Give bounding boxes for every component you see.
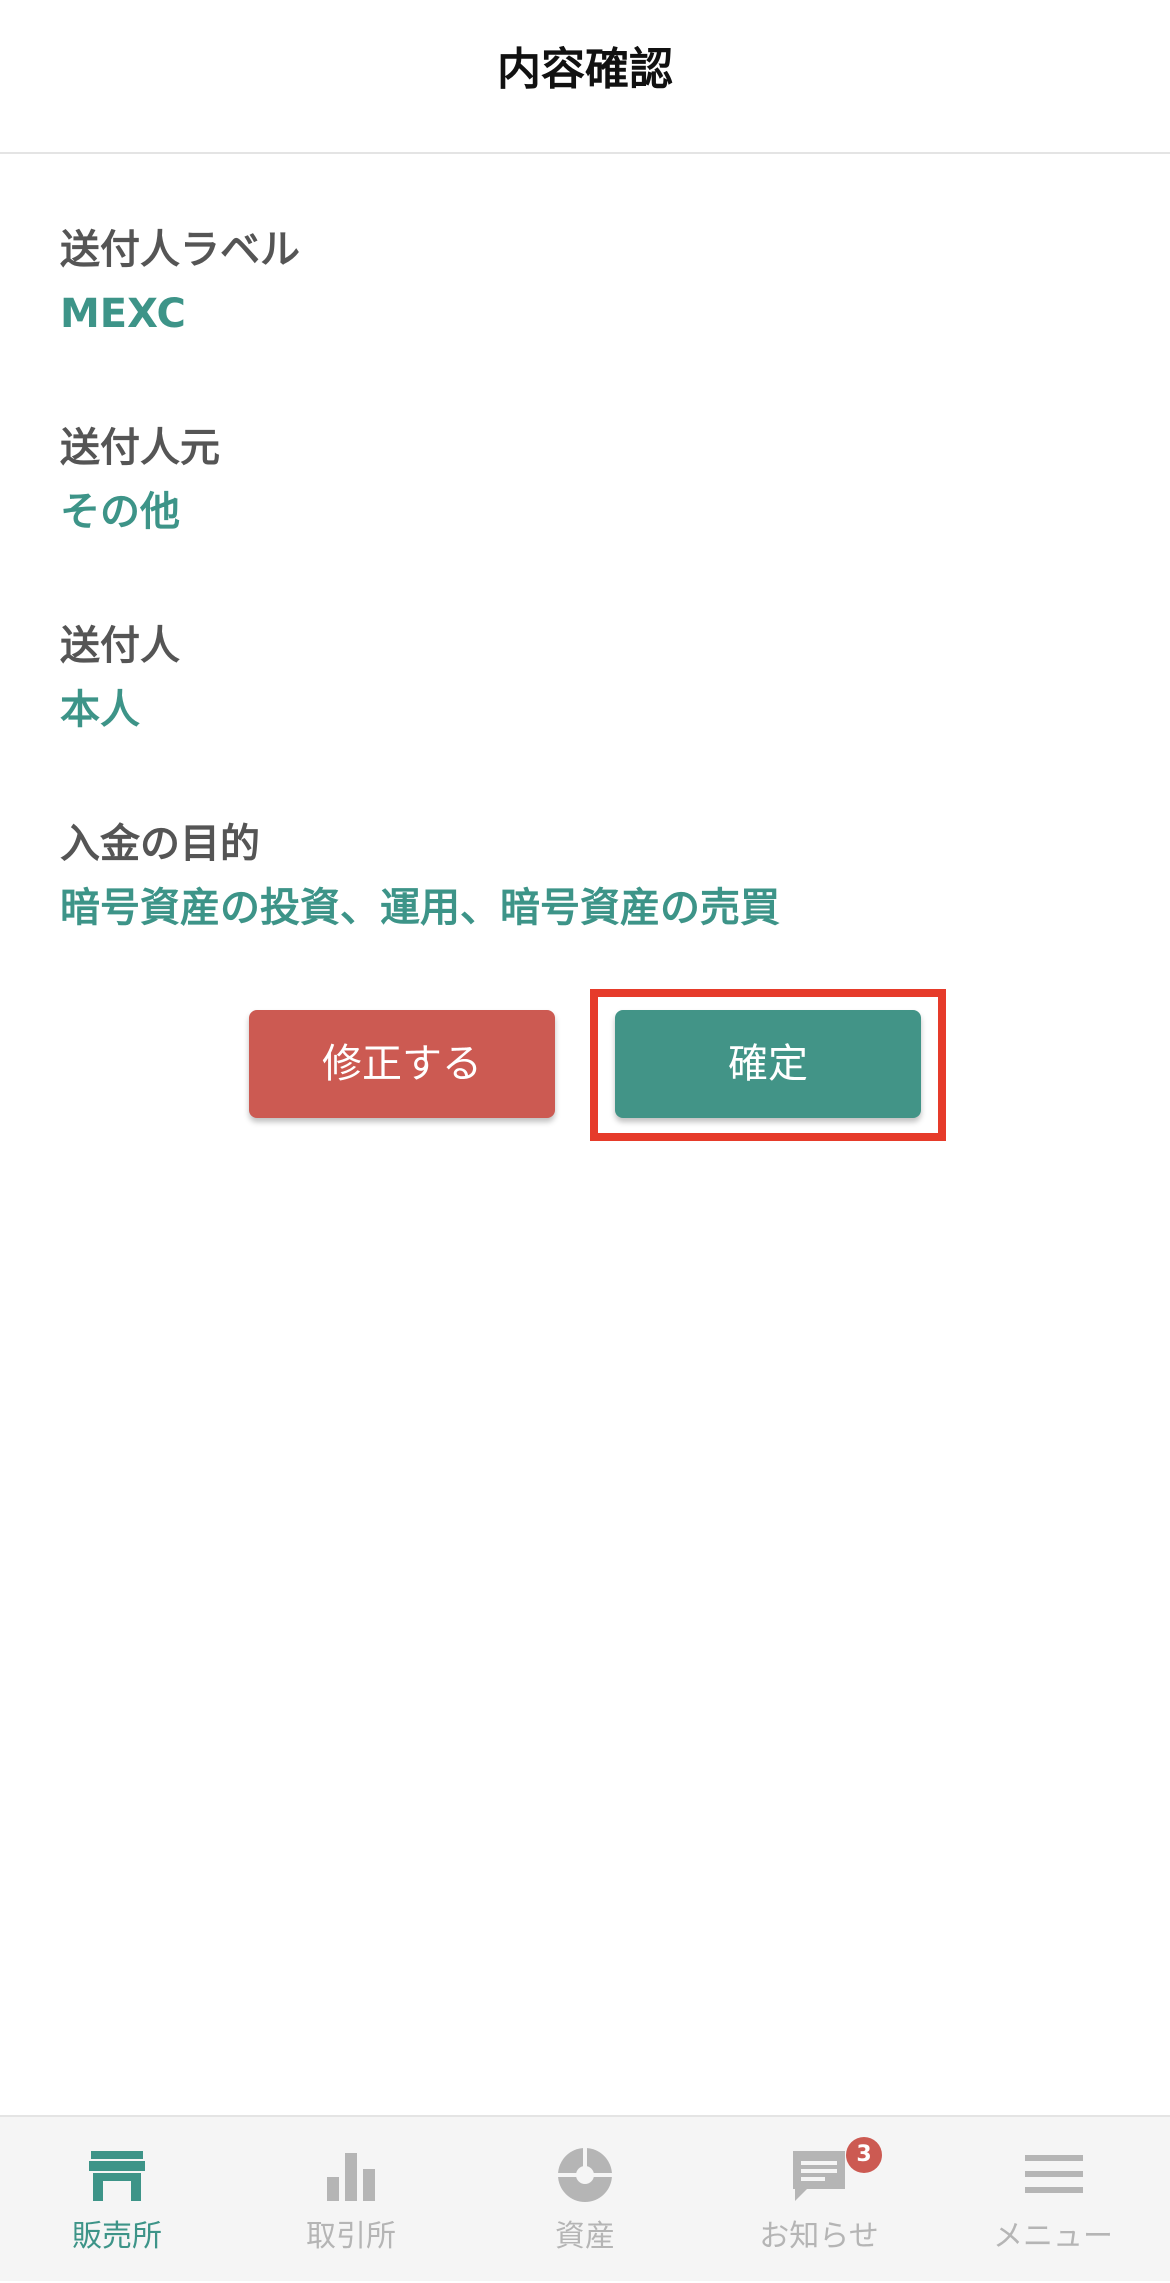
store-icon — [89, 2151, 145, 2201]
notification-badge: 3 — [846, 2137, 882, 2173]
tab-label: メニュー — [993, 2219, 1113, 2254]
pie-chart-icon — [557, 2147, 613, 2202]
field-label: 入金の目的 — [60, 821, 260, 867]
field-sender: 送付人 本人 — [60, 620, 180, 736]
field-value: 暗号資産の投資、運用、暗号資産の売買 — [60, 885, 780, 931]
field-value: 本人 — [60, 687, 140, 733]
bottom-tab-bar: 販売所 取引所 資産 3 お知らせ メニュー — [0, 2115, 1170, 2281]
tab-store[interactable]: 販売所 — [0, 2117, 234, 2283]
field-deposit-purpose: 入金の目的 暗号資産の投資、運用、暗号資産の売買 — [60, 818, 780, 934]
header: 内容確認 — [0, 0, 1170, 154]
field-sender-origin: 送付人元 その他 — [60, 422, 220, 538]
field-value: MEXC — [60, 291, 186, 337]
tab-label: 販売所 — [72, 2219, 162, 2254]
tab-label: お知らせ — [759, 2219, 879, 2254]
highlight-box — [590, 989, 946, 1141]
tab-menu[interactable]: メニュー — [936, 2117, 1170, 2283]
field-label: 送付人元 — [60, 425, 220, 471]
tab-exchange[interactable]: 取引所 — [234, 2117, 468, 2283]
field-value: その他 — [60, 489, 180, 535]
menu-icon — [1025, 2155, 1083, 2193]
edit-button[interactable]: 修正する — [249, 1010, 555, 1118]
tab-label: 取引所 — [306, 2219, 396, 2254]
bar-chart-icon — [327, 2153, 375, 2201]
tab-label: 資産 — [555, 2219, 615, 2254]
tab-assets[interactable]: 資産 — [468, 2117, 702, 2283]
field-sender-label: 送付人ラベル MEXC — [60, 224, 300, 340]
field-label: 送付人ラベル — [60, 227, 300, 273]
page-title: 内容確認 — [497, 44, 673, 95]
field-label: 送付人 — [60, 623, 180, 669]
message-icon — [793, 2151, 845, 2201]
tab-notifications[interactable]: 3 お知らせ — [702, 2117, 936, 2283]
